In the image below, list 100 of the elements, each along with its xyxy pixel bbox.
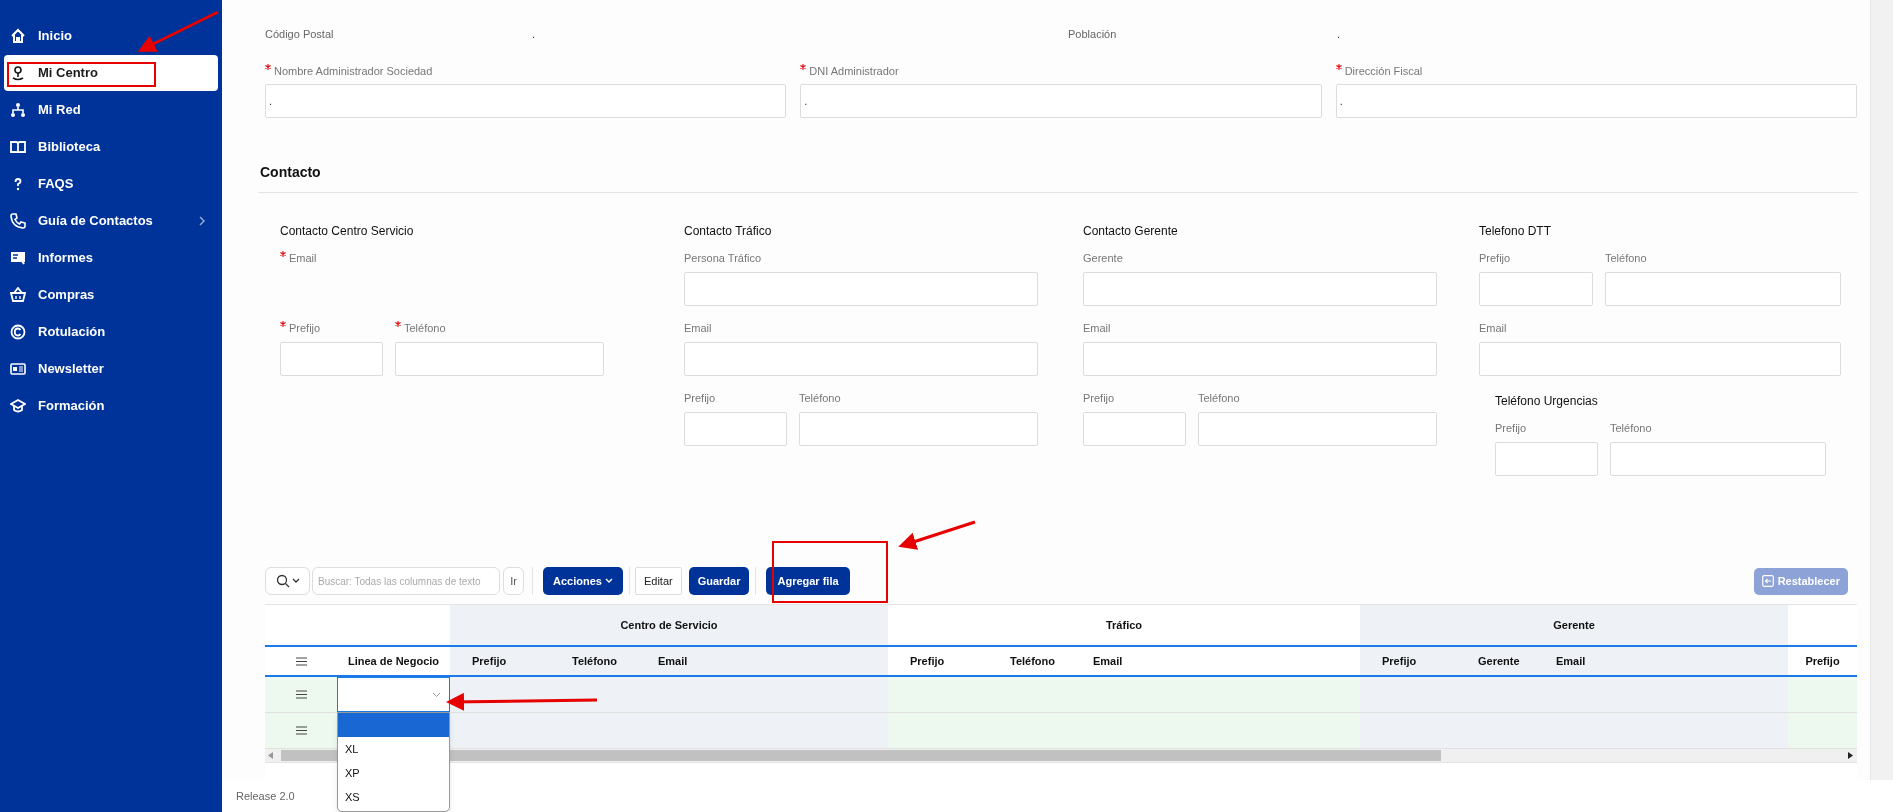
group-title: Teléfono Urgencias — [1495, 393, 1599, 408]
phone-icon — [10, 213, 26, 229]
group-title: Telefono DTT — [1479, 223, 1553, 238]
newsletter-icon — [10, 361, 26, 377]
dropdown-option[interactable]: XP — [338, 761, 449, 785]
column-header[interactable]: Teléfono — [550, 647, 648, 675]
field-label: Prefijo — [1479, 251, 1511, 266]
drag-handle-icon[interactable] — [295, 726, 307, 735]
group-title: Contacto Tráfico — [684, 223, 773, 238]
field-label: Teléfono — [404, 321, 446, 336]
field-label: Persona Tráfico — [684, 251, 762, 266]
text-field[interactable] — [1083, 272, 1437, 306]
table-cell[interactable] — [450, 713, 888, 748]
sidebar-item[interactable]: Mi Centro — [4, 55, 218, 91]
text-field[interactable] — [684, 412, 787, 446]
text-field[interactable] — [1495, 442, 1598, 476]
text-field[interactable] — [1610, 442, 1826, 476]
field-label: Prefijo — [684, 391, 716, 406]
column-header[interactable]: Gerente — [1456, 647, 1546, 675]
sidebar-item[interactable]: Guía de Contactos — [4, 203, 218, 239]
text-field[interactable] — [684, 342, 1038, 376]
text-field[interactable] — [799, 412, 1038, 446]
sidebar-item[interactable]: Inicio — [4, 18, 218, 54]
table-cell[interactable] — [1360, 713, 1788, 748]
pin-icon — [10, 65, 26, 81]
scroll-left-icon[interactable] — [268, 752, 273, 759]
column-header[interactable]: Prefijo — [450, 647, 550, 675]
column-header[interactable]: Prefijo — [1360, 647, 1456, 675]
graduation-cap-icon — [10, 398, 26, 414]
text-field[interactable]: . — [265, 84, 787, 118]
text-field[interactable] — [1479, 272, 1593, 306]
sidebar-item[interactable]: FAQS — [4, 166, 218, 202]
section-title: Contacto — [260, 163, 322, 182]
field-label: DNI Administrador — [809, 64, 899, 79]
drag-handle-icon[interactable] — [295, 690, 307, 699]
table-cell[interactable] — [888, 713, 1360, 748]
text-field[interactable] — [1083, 342, 1437, 376]
scroll-right-icon[interactable] — [1848, 752, 1853, 759]
sidebar-item[interactable]: Informes — [4, 240, 218, 276]
table-cell[interactable] — [1788, 677, 1857, 712]
network-icon — [10, 102, 26, 118]
menu-icon[interactable] — [295, 656, 307, 666]
select-field[interactable] — [337, 677, 450, 712]
field-label: Gerente — [1083, 251, 1123, 266]
field-label: Prefijo — [1495, 421, 1527, 436]
book-icon — [10, 139, 26, 155]
dropdown-option[interactable]: XS — [338, 785, 449, 809]
undo-icon — [1761, 575, 1774, 587]
field-label: Email — [1083, 321, 1111, 336]
group-title: Contacto Gerente — [1083, 223, 1179, 238]
field-label: Nombre Administrador Sociedad — [274, 64, 433, 79]
field-label: Email — [684, 321, 712, 336]
group-title: Contacto Centro Servicio — [280, 223, 415, 238]
toolbar-button[interactable]: Editar — [634, 567, 682, 595]
field-label: Población — [1068, 26, 1118, 42]
toolbar-button[interactable]: Guardar — [688, 567, 750, 595]
table-cell[interactable] — [450, 677, 888, 712]
sidebar-item[interactable]: Rotulación — [4, 314, 218, 350]
text-field[interactable] — [684, 272, 1038, 306]
search-button[interactable] — [265, 567, 310, 595]
chevron-down-icon — [432, 691, 441, 698]
search-icon — [275, 574, 290, 588]
sidebar-item[interactable]: Formación — [4, 388, 218, 424]
sidebar-item[interactable]: Mi Red — [4, 92, 218, 128]
text-field[interactable] — [280, 342, 383, 376]
field-label: Dirección Fiscal — [1344, 64, 1423, 79]
report-icon — [10, 250, 26, 266]
text-field[interactable] — [395, 342, 604, 376]
field-label: Email — [289, 251, 317, 266]
sidebar-item[interactable]: Biblioteca — [4, 129, 218, 165]
text-field[interactable] — [1083, 412, 1186, 446]
column-group-header: Gerente — [1360, 605, 1788, 645]
table-cell[interactable] — [1788, 713, 1857, 748]
text-field[interactable] — [1198, 412, 1437, 446]
text-field[interactable]: . — [1335, 84, 1857, 118]
field-label: Teléfono — [1198, 391, 1240, 406]
text-field[interactable] — [1605, 272, 1841, 306]
go-button[interactable]: Ir — [503, 567, 524, 595]
toolbar-button[interactable]: Agregar fila — [766, 567, 850, 595]
basket-icon — [10, 287, 26, 303]
sidebar-item[interactable]: Newsletter — [4, 351, 218, 387]
home-icon — [10, 28, 26, 44]
release-version: Release 2.0 — [236, 788, 295, 804]
dropdown-option[interactable]: XL — [338, 737, 449, 761]
scrollbar[interactable] — [1870, 0, 1893, 780]
field-label: Teléfono — [1610, 421, 1652, 436]
text-field[interactable]: . — [800, 84, 1322, 118]
table-cell[interactable] — [888, 677, 1360, 712]
column-group-header: Centro de Servicio — [450, 605, 888, 645]
copyright-icon — [10, 324, 26, 340]
field-label: Teléfono — [799, 391, 841, 406]
field-label: Teléfono — [1605, 251, 1647, 266]
table-cell[interactable] — [1360, 677, 1788, 712]
toolbar-button[interactable]: Acciones — [543, 567, 623, 595]
text-field[interactable] — [1479, 342, 1841, 376]
sidebar-item[interactable]: Compras — [4, 277, 218, 313]
search-field[interactable]: Buscar: Todas las columnas de texto — [312, 567, 500, 595]
field-label: Prefijo — [1083, 391, 1115, 406]
column-header[interactable]: Email — [648, 647, 888, 675]
column-header[interactable]: Email — [1546, 647, 1788, 675]
